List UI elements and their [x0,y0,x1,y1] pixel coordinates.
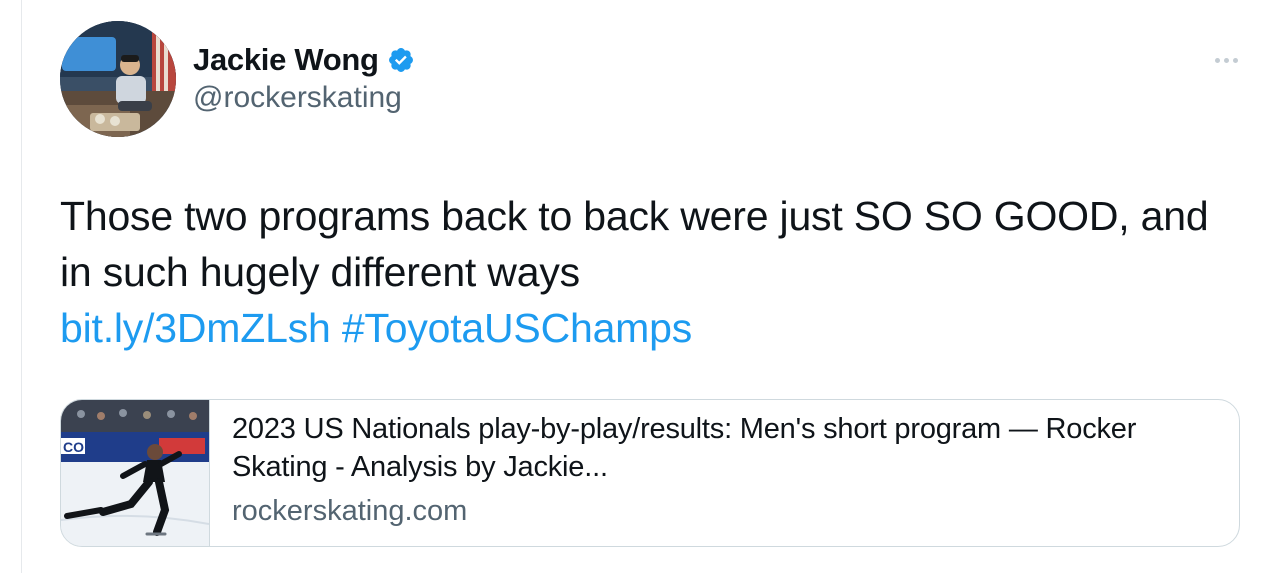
author-name-row: Jackie Wong [193,40,415,80]
more-dot [1214,57,1220,63]
tweet-text: Those two programs back to back were jus… [60,193,1209,295]
more-dot [1223,57,1229,63]
skater-thumbnail-image: CO [61,400,209,546]
author-handle[interactable]: @rockerskating [193,80,415,116]
more-options-icon[interactable] [1206,48,1246,72]
tweet-link[interactable]: bit.ly/3DmZLsh [60,305,331,351]
link-card-domain: rockerskating.com [232,495,468,527]
tweet-author: Jackie Wong @rockerskating [193,40,415,116]
thumbnail-board-text: CO [63,439,84,455]
link-preview-card[interactable]: CO 2023 US Nationals play-by-play/result… [60,399,1240,547]
author-display-name[interactable]: Jackie Wong [193,42,379,78]
tweet-view: Jackie Wong @rockerskating Those two pro… [0,0,1280,573]
tweet-hashtag[interactable]: #ToyotaUSChamps [342,305,692,351]
more-dot [1232,57,1238,63]
tweet-links: bit.ly/3DmZLsh #ToyotaUSChamps [60,300,692,356]
link-card-body: 2023 US Nationals play-by-play/results: … [210,400,1192,546]
avatar-image [60,21,176,137]
avatar[interactable] [60,21,176,137]
link-card-thumbnail: CO [61,400,210,546]
verified-badge-icon [388,48,413,72]
column-divider [21,0,22,573]
link-card-title: 2023 US Nationals play-by-play/results: … [232,413,1137,483]
